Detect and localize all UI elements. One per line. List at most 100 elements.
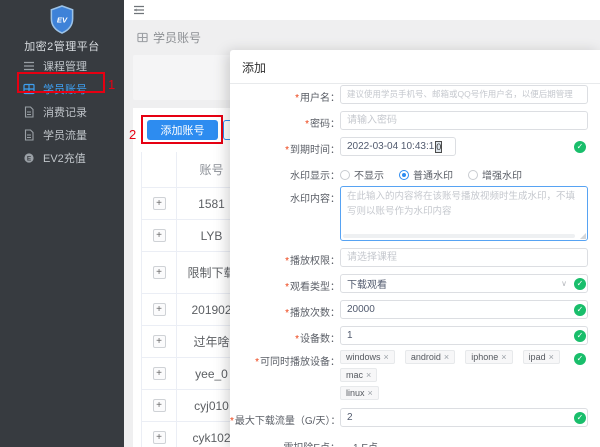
sidebar-item-label: EV2充值: [43, 150, 86, 166]
field-label: 需扣除E点：: [230, 435, 340, 447]
shield-logo-icon: EV: [49, 5, 75, 34]
required-mark: *: [285, 256, 289, 267]
play-permission-input[interactable]: [340, 248, 588, 267]
device-tag-linux: linux×: [340, 386, 379, 400]
form-row-watermark-content: 水印内容：: [230, 186, 588, 241]
radio-circle-icon: [340, 170, 350, 180]
expand-row-button[interactable]: +: [153, 303, 166, 316]
device-tag-ipad: ipad×: [523, 350, 560, 364]
field-label: *用户名：: [230, 85, 340, 104]
radio-enhanced-watermark[interactable]: 增强水印: [468, 167, 522, 182]
valid-check-icon: ✓: [574, 330, 586, 342]
sidebar-item-course-management[interactable]: 课程管理: [0, 54, 124, 77]
form-row-max-download-traffic: *最大下载流量（G/天）： ✓: [230, 408, 588, 427]
text-cursor: 0: [435, 141, 442, 153]
document-icon: [23, 106, 35, 118]
device-tag-android: android×: [405, 350, 455, 364]
username-input[interactable]: [340, 85, 588, 104]
form-row-password: *密码：: [230, 111, 588, 130]
field-label: *到期时间：: [230, 137, 340, 156]
modal-title: 添加: [230, 50, 600, 84]
field-label: 水印显示：: [230, 163, 340, 182]
play-count-input[interactable]: [340, 300, 588, 319]
device-count-input[interactable]: [340, 326, 588, 345]
view-type-select[interactable]: 下载观看: [340, 274, 588, 293]
expand-row-button[interactable]: +: [153, 367, 166, 380]
tag-close-icon[interactable]: ×: [501, 352, 506, 362]
form-row-points-deduct: 需扣除E点： 1 E点: [230, 435, 588, 447]
tag-close-icon[interactable]: ×: [444, 352, 449, 362]
breadcrumb: 学员账号: [137, 29, 201, 46]
tag-close-icon[interactable]: ×: [549, 352, 554, 362]
watermark-content-textarea[interactable]: [340, 186, 588, 241]
expand-row-button[interactable]: +: [153, 431, 166, 444]
field-label: 水印内容：: [230, 186, 340, 205]
form-row-allowed-devices: *可同时播放设备： windows× android× iphone× ipad…: [230, 349, 588, 404]
sidebar-item-student-traffic[interactable]: 学员流量: [0, 123, 124, 146]
radio-no-watermark[interactable]: 不显示: [340, 167, 384, 182]
radio-normal-watermark[interactable]: 普通水印: [399, 167, 453, 182]
expand-row-button[interactable]: +: [153, 399, 166, 412]
expand-row-button[interactable]: +: [153, 197, 166, 210]
sidebar-item-ev2-recharge[interactable]: E EV2充值: [0, 146, 124, 169]
resize-handle-icon[interactable]: [580, 233, 586, 239]
valid-check-icon: ✓: [574, 353, 586, 365]
chevron-down-icon: ∨: [561, 279, 567, 288]
form-row-play-count: *播放次数： ✓: [230, 300, 588, 319]
radio-circle-icon: [468, 170, 478, 180]
valid-check-icon: ✓: [574, 141, 586, 153]
valid-check-icon: ✓: [574, 278, 586, 290]
tag-close-icon[interactable]: ×: [384, 352, 389, 362]
id-card-icon: [137, 32, 148, 43]
add-account-button[interactable]: 添加账号: [147, 120, 218, 140]
breadcrumb-label: 学员账号: [153, 29, 201, 46]
required-mark: *: [295, 93, 299, 104]
password-input[interactable]: [340, 111, 588, 130]
expiry-date-input[interactable]: 2022-03-04 10:43:10: [340, 137, 456, 156]
required-mark: *: [230, 416, 234, 427]
points-deduct-value: 1 E点: [340, 435, 588, 447]
tag-close-icon[interactable]: ×: [366, 370, 371, 380]
sidebar-item-student-accounts[interactable]: 学员账号: [0, 77, 124, 100]
add-account-form: *用户名： *密码： *到期时间： 2022-03-04 10:43:10: [230, 85, 588, 447]
id-card-icon: [23, 83, 35, 95]
required-mark: *: [295, 334, 299, 345]
max-download-traffic-input[interactable]: [340, 408, 588, 427]
valid-check-icon: ✓: [574, 412, 586, 424]
field-label: *观看类型：: [230, 274, 340, 293]
expand-row-button[interactable]: +: [153, 229, 166, 242]
coin-circle-icon: E: [23, 152, 35, 164]
required-mark: *: [285, 308, 289, 319]
valid-check-icon: ✓: [574, 304, 586, 316]
field-label: *最大下载流量（G/天）：: [230, 408, 340, 427]
collapse-menu-icon[interactable]: [133, 4, 145, 16]
required-mark: *: [305, 119, 309, 130]
form-row-expiry-date: *到期时间： 2022-03-04 10:43:10 ✓: [230, 137, 588, 156]
svg-text:E: E: [27, 155, 32, 162]
required-mark: *: [255, 357, 259, 368]
required-mark: *: [285, 145, 289, 156]
form-row-view-type: *观看类型： 下载观看 ∨ ✓: [230, 274, 588, 293]
sidebar-item-label: 学员账号: [43, 81, 87, 97]
add-account-modal: 添加 *用户名： *密码： *到期时间： 2: [230, 50, 600, 447]
form-row-play-permission: *播放权限：: [230, 248, 588, 267]
tag-close-icon[interactable]: ×: [368, 388, 373, 398]
sidebar-item-consumption-records[interactable]: 消费记录: [0, 100, 124, 123]
sidebar: EV 加密2管理平台 课程管理 学员账号 消费记录: [0, 0, 124, 447]
app-logo: EV 加密2管理平台: [0, 0, 124, 48]
field-label: *播放次数：: [230, 300, 340, 319]
device-tag-iphone: iphone×: [465, 350, 512, 364]
app-title: 加密2管理平台: [0, 38, 124, 54]
app-window: EV 加密2管理平台 课程管理 学员账号 消费记录: [0, 0, 600, 447]
expand-row-button[interactable]: +: [153, 266, 166, 279]
field-label: *设备数：: [230, 326, 340, 345]
form-row-username: *用户名：: [230, 85, 588, 104]
annotation-number-1: 1: [108, 77, 115, 92]
sidebar-nav: 课程管理 学员账号 消费记录 学员流量: [0, 54, 124, 169]
topbar: [124, 0, 600, 20]
expand-row-button[interactable]: +: [153, 335, 166, 348]
form-row-device-count: *设备数： ✓: [230, 326, 588, 345]
textarea-scrollbar[interactable]: [343, 234, 575, 238]
radio-selected-icon: [399, 170, 409, 180]
required-mark: *: [285, 282, 289, 293]
